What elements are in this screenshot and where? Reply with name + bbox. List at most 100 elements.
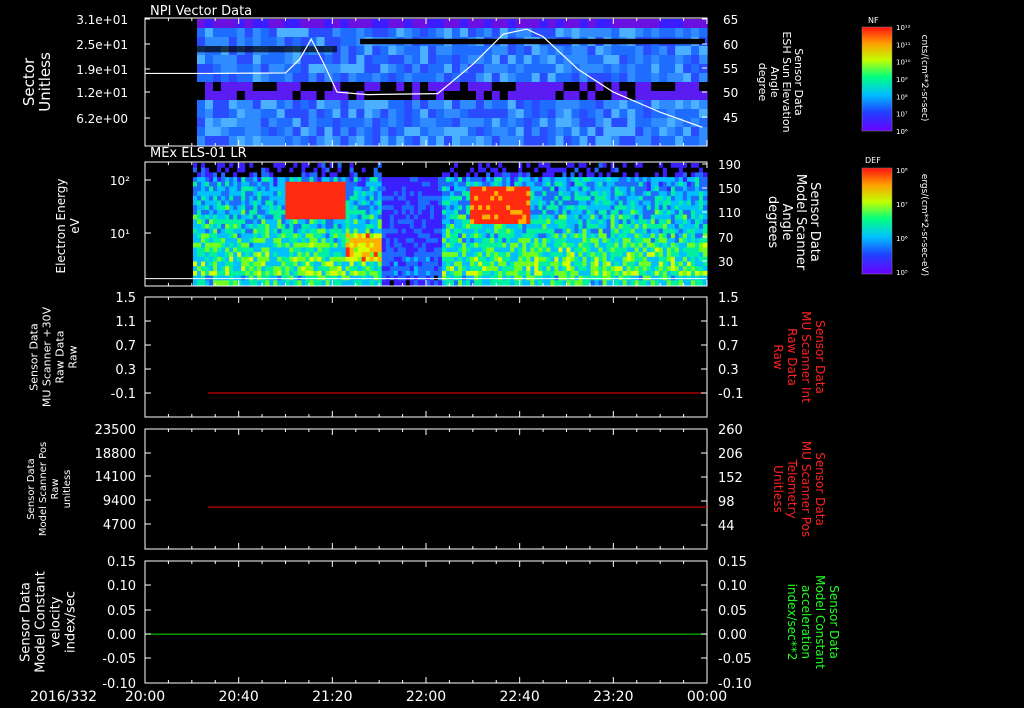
els-heat-cell: [674, 200, 680, 206]
els-heat-cell: [241, 228, 246, 234]
els-heat-cell: [321, 280, 327, 286]
els-heat-cell: [590, 191, 596, 197]
npi-heat-cell: [683, 109, 692, 119]
els-heat-cell: [666, 163, 672, 169]
els-heat-cell: [389, 177, 395, 183]
els-heat-cell: [550, 219, 555, 225]
els-heat-cell: [554, 252, 559, 258]
els-heat-cell: [205, 200, 210, 206]
els-heat-cell: [550, 228, 555, 234]
els-heat-cell: [365, 195, 371, 202]
els-heat-cell: [602, 167, 608, 173]
els-heat-cell: [618, 200, 624, 206]
els-heat-cell: [197, 219, 202, 225]
els-heat-cell: [578, 200, 584, 206]
els-heat-cell: [197, 205, 202, 211]
els-heat-cell: [518, 209, 523, 216]
els-heat-cell: [273, 181, 278, 187]
els-heat-cell: [698, 209, 704, 216]
els-heat-cell: [482, 256, 487, 263]
els-heat-cell: [233, 209, 238, 216]
els-heat-cell: [289, 186, 294, 192]
els-heat-cell: [281, 200, 286, 206]
els-heat-cell: [526, 163, 531, 169]
time-tick-label: 22:40: [499, 689, 539, 705]
els-heat-cell: [345, 163, 351, 169]
els-heat-cell: [518, 167, 523, 173]
els-heat-cell: [341, 247, 347, 253]
els-heat-cell: [586, 172, 592, 178]
els-heat-cell: [281, 242, 286, 248]
els-heat-cell: [522, 209, 527, 216]
ytick-left-label: 0.7: [115, 339, 136, 354]
npi-heat-cell: [555, 64, 565, 74]
npi-heat-cell: [284, 118, 294, 128]
els-heat-cell: [550, 214, 555, 220]
els-heat-cell: [297, 266, 302, 272]
els-heat-cell: [450, 256, 455, 263]
els-heat-cell: [445, 195, 451, 202]
els-heat-cell: [361, 167, 367, 173]
els-heat-cell: [622, 270, 628, 277]
els-heat-cell: [385, 163, 391, 169]
els-heat-cell: [558, 252, 563, 258]
els-heat-cell: [197, 270, 202, 277]
els-ytick-right-label: 70: [718, 231, 733, 245]
els-heat-cell: [670, 238, 676, 244]
els-heat-cell: [405, 228, 411, 234]
els-heat-cell: [610, 186, 616, 192]
npi-heat-cell: [388, 100, 397, 110]
npi-heat-cell: [491, 82, 501, 92]
els-heat-cell: [474, 228, 479, 234]
els-heat-cell: [686, 247, 692, 253]
els-heat-cell: [622, 177, 628, 183]
els-heat-cell: [582, 224, 588, 230]
els-heat-cell: [321, 219, 327, 225]
els-heat-cell: [602, 224, 608, 230]
els-heat-cell: [510, 252, 515, 258]
els-heat-cell: [261, 191, 266, 197]
els-heat-cell: [558, 256, 563, 263]
els-heat-cell: [566, 172, 571, 178]
npi-heat-cell: [539, 73, 549, 83]
npi-ytick-right-label: 65: [723, 13, 738, 27]
els-heat-cell: [373, 228, 379, 234]
npi-colorbar-tick-label: 10¹⁰: [896, 59, 911, 67]
els-heat-cell: [490, 242, 495, 248]
els-heat-cell: [590, 200, 596, 206]
npi-heat-cell: [699, 64, 708, 74]
els-heat-cell: [341, 270, 347, 277]
els-heat-cell: [405, 219, 411, 225]
els-heat-cell: [225, 219, 230, 225]
els-heat-cell: [385, 219, 391, 225]
npi-heat-cell: [603, 73, 612, 83]
els-heat-cell: [421, 209, 427, 216]
npi-heat-cell: [204, 118, 214, 128]
els-heat-cell: [666, 195, 672, 202]
npi-heat-cell: [212, 118, 222, 128]
els-heat-cell: [325, 209, 331, 216]
els-heat-cell: [221, 163, 226, 169]
els-heat-cell: [698, 181, 704, 187]
els-heat-cell: [425, 214, 431, 220]
els-heat-cell: [578, 163, 584, 169]
els-heat-cell: [482, 280, 487, 286]
els-heat-cell: [550, 205, 555, 211]
els-heat-cell: [570, 219, 575, 225]
els-heat-cell: [622, 219, 628, 225]
els-heat-cell: [482, 266, 487, 272]
npi-heat-cell: [659, 82, 668, 92]
npi-heat-cell: [292, 109, 302, 119]
npi-heat-cell: [412, 64, 421, 74]
els-heat-cell: [329, 172, 335, 178]
npi-heat-cell: [252, 28, 262, 38]
npi-heat-cell: [547, 100, 557, 110]
npi-heat-cell: [388, 127, 397, 137]
els-heat-cell: [534, 238, 539, 244]
els-heat-cell: [425, 256, 431, 263]
els-heat-cell: [490, 214, 495, 220]
els-heat-cell: [397, 219, 403, 225]
els-heat-cell: [261, 219, 266, 225]
els-heat-cell: [654, 214, 660, 220]
els-heat-cell: [269, 167, 274, 173]
